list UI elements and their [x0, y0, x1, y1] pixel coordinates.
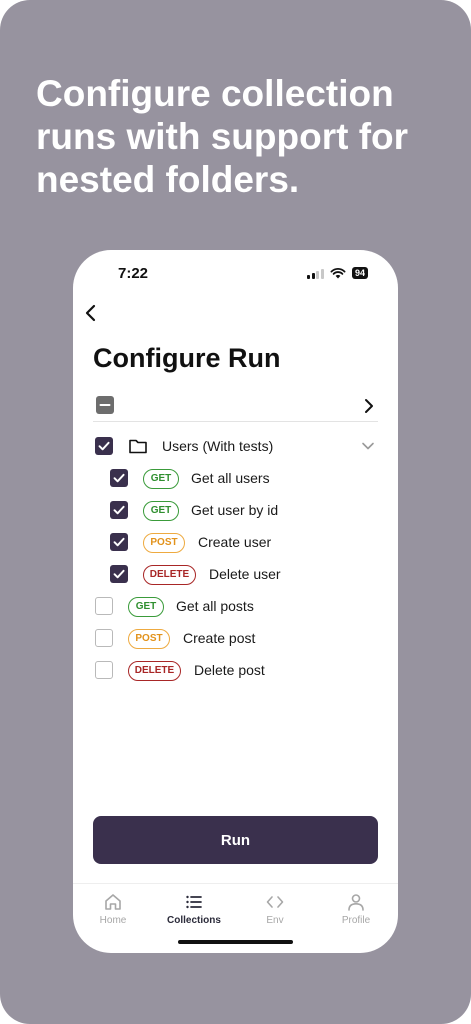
- method-badge-post: POST: [143, 533, 185, 553]
- method-badge-post: POST: [128, 629, 170, 649]
- page-title: Configure Run: [93, 343, 281, 373]
- request-row[interactable]: POST Create user: [110, 530, 370, 556]
- divider: [93, 421, 378, 422]
- tab-env-label: Env: [266, 915, 284, 926]
- code-icon: [266, 896, 284, 908]
- request-row[interactable]: GET Get all users: [110, 466, 370, 492]
- wifi-icon: [330, 267, 346, 279]
- request-label: Delete post: [194, 662, 265, 678]
- request-label: Get all posts: [176, 598, 254, 614]
- status-indicators: 94: [307, 267, 368, 279]
- chevron-right-icon[interactable]: [362, 398, 376, 414]
- method-badge-get: GET: [128, 597, 164, 617]
- status-time: 7:22: [118, 265, 149, 282]
- promo-headline: Configure collection runs with support f…: [36, 73, 409, 200]
- folder-checkbox[interactable]: [95, 437, 113, 455]
- select-all-row[interactable]: [93, 393, 378, 421]
- method-badge-get: GET: [143, 501, 179, 521]
- minus-icon: [99, 404, 111, 406]
- check-icon: [113, 505, 125, 515]
- request-row[interactable]: GET Get user by id: [110, 498, 370, 524]
- home-icon: [105, 894, 121, 910]
- method-badge-get: GET: [143, 469, 179, 489]
- run-button[interactable]: Run: [93, 816, 378, 864]
- request-checkbox[interactable]: [95, 661, 113, 679]
- tab-collections-label: Collections: [167, 915, 221, 926]
- request-row[interactable]: GET Get all posts: [95, 594, 365, 620]
- tab-home-label: Home: [99, 915, 127, 926]
- request-checkbox[interactable]: [110, 565, 128, 583]
- tab-home[interactable]: Home: [73, 892, 153, 926]
- check-icon: [113, 473, 125, 483]
- tab-profile[interactable]: Profile: [316, 892, 396, 926]
- list-icon: [186, 895, 202, 909]
- user-icon: [348, 894, 364, 911]
- request-checkbox[interactable]: [95, 629, 113, 647]
- request-label: Create user: [198, 534, 272, 550]
- check-icon: [98, 441, 110, 451]
- tab-profile-label: Profile: [341, 915, 371, 926]
- request-row[interactable]: DELETE Delete user: [110, 562, 370, 588]
- check-icon: [113, 569, 125, 579]
- tab-env[interactable]: Env: [235, 892, 315, 926]
- battery-icon: 94: [351, 267, 368, 279]
- folder-label: Users (With tests): [162, 438, 274, 454]
- promo-canvas: Configure collection runs with support f…: [0, 0, 471, 1024]
- method-badge-delete: DELETE: [143, 565, 196, 585]
- chevron-down-icon[interactable]: [361, 441, 375, 451]
- request-checkbox[interactable]: [110, 533, 128, 551]
- method-badge-delete: DELETE: [128, 661, 181, 681]
- request-row[interactable]: DELETE Delete post: [95, 658, 365, 684]
- request-checkbox[interactable]: [110, 501, 128, 519]
- signal-icon: [307, 268, 324, 279]
- request-row[interactable]: POST Create post: [95, 626, 365, 652]
- folder-row[interactable]: Users (With tests): [95, 434, 378, 460]
- folder-icon: [129, 439, 147, 454]
- request-label: Create post: [183, 630, 256, 646]
- request-checkbox[interactable]: [110, 469, 128, 487]
- select-all-checkbox[interactable]: [96, 396, 114, 414]
- request-label: Delete user: [209, 566, 281, 582]
- request-label: Get user by id: [191, 502, 279, 518]
- request-checkbox[interactable]: [95, 597, 113, 615]
- back-arrow-icon[interactable]: [79, 301, 103, 325]
- home-indicator: [178, 940, 293, 944]
- check-icon: [113, 537, 125, 547]
- phone-screen: 7:22 94 Configure Run Users (With tests)…: [73, 250, 398, 953]
- request-label: Get all users: [191, 470, 270, 486]
- tab-collections[interactable]: Collections: [154, 892, 234, 926]
